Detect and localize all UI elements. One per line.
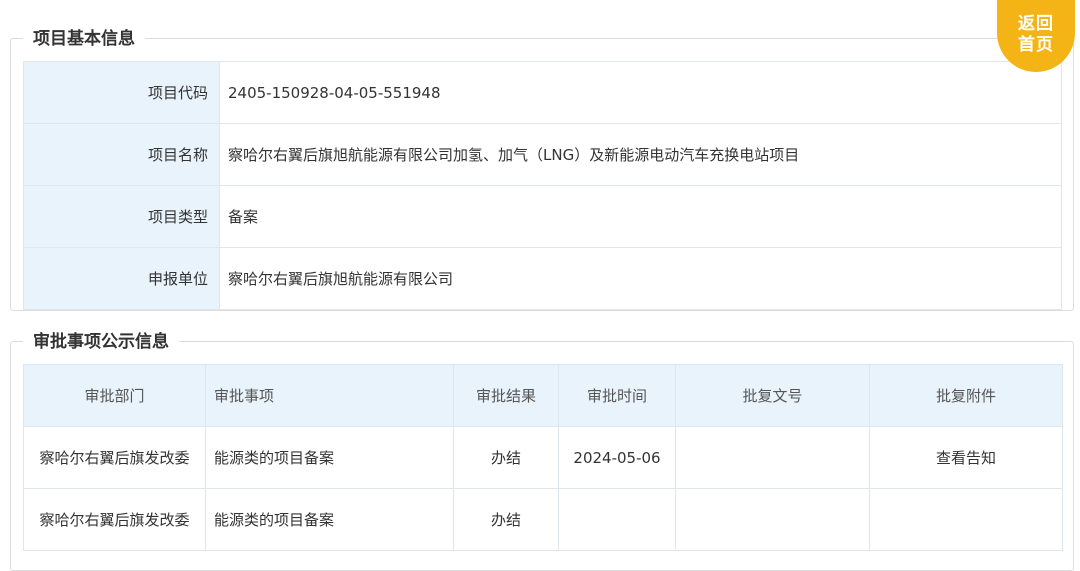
- cell-item: 能源类的项目备案: [205, 426, 454, 489]
- project-name-value: 察哈尔右翼后旗旭航能源有限公司加氢、加气（LNG）及新能源电动汽车充换电站项目: [219, 123, 1062, 186]
- applicant-value: 察哈尔右翼后旗旭航能源有限公司: [219, 247, 1062, 310]
- table-row: 项目名称 察哈尔右翼后旗旭航能源有限公司加氢、加气（LNG）及新能源电动汽车充换…: [23, 123, 1062, 186]
- header-result: 审批结果: [453, 364, 559, 427]
- basic-info-table: 项目代码 2405-150928-04-05-551948 项目名称 察哈尔右翼…: [23, 61, 1062, 310]
- applicant-label: 申报单位: [23, 247, 220, 310]
- cell-doc-number: [675, 488, 870, 551]
- cell-result: 办结: [453, 488, 559, 551]
- approval-info-title: 审批事项公示信息: [23, 328, 179, 356]
- header-time: 审批时间: [558, 364, 676, 427]
- header-department: 审批部门: [23, 364, 206, 427]
- project-code-value: 2405-150928-04-05-551948: [219, 61, 1062, 124]
- project-type-value: 备案: [219, 185, 1062, 248]
- header-item: 审批事项: [205, 364, 454, 427]
- table-row: 申报单位 察哈尔右翼后旗旭航能源有限公司: [23, 247, 1062, 310]
- project-code-label: 项目代码: [23, 61, 220, 124]
- approval-table: 审批部门 审批事项 审批结果 审批时间 批复文号 批复附件 察哈尔右翼后旗发改委…: [23, 364, 1063, 551]
- approval-info-section: 审批事项公示信息 审批部门 审批事项 审批结果 审批时间 批复文号 批复附件 察…: [10, 328, 1074, 571]
- table-row: 察哈尔右翼后旗发改委 能源类的项目备案 办结: [23, 488, 1063, 551]
- cell-doc-number: [675, 426, 870, 489]
- basic-info-section: 项目基本信息 项目代码 2405-150928-04-05-551948 项目名…: [10, 25, 1074, 311]
- project-type-label: 项目类型: [23, 185, 220, 248]
- header-attachment: 批复附件: [869, 364, 1063, 427]
- view-notice-link[interactable]: 查看告知: [869, 426, 1063, 489]
- cell-department: 察哈尔右翼后旗发改委: [23, 426, 206, 489]
- cell-item: 能源类的项目备案: [205, 488, 454, 551]
- back-home-line1: 返回: [1018, 14, 1054, 34]
- cell-time: 2024-05-06: [558, 426, 676, 489]
- table-row: 项目类型 备案: [23, 185, 1062, 248]
- cell-result: 办结: [453, 426, 559, 489]
- back-home-line2: 首页: [1018, 35, 1054, 55]
- cell-department: 察哈尔右翼后旗发改委: [23, 488, 206, 551]
- table-header-row: 审批部门 审批事项 审批结果 审批时间 批复文号 批复附件: [23, 364, 1063, 427]
- cell-attachment: [869, 488, 1063, 551]
- table-row: 项目代码 2405-150928-04-05-551948: [23, 61, 1062, 124]
- project-name-label: 项目名称: [23, 123, 220, 186]
- header-doc-number: 批复文号: [675, 364, 870, 427]
- table-row: 察哈尔右翼后旗发改委 能源类的项目备案 办结 2024-05-06 查看告知: [23, 426, 1063, 489]
- basic-info-title: 项目基本信息: [23, 25, 145, 53]
- cell-time: [558, 488, 676, 551]
